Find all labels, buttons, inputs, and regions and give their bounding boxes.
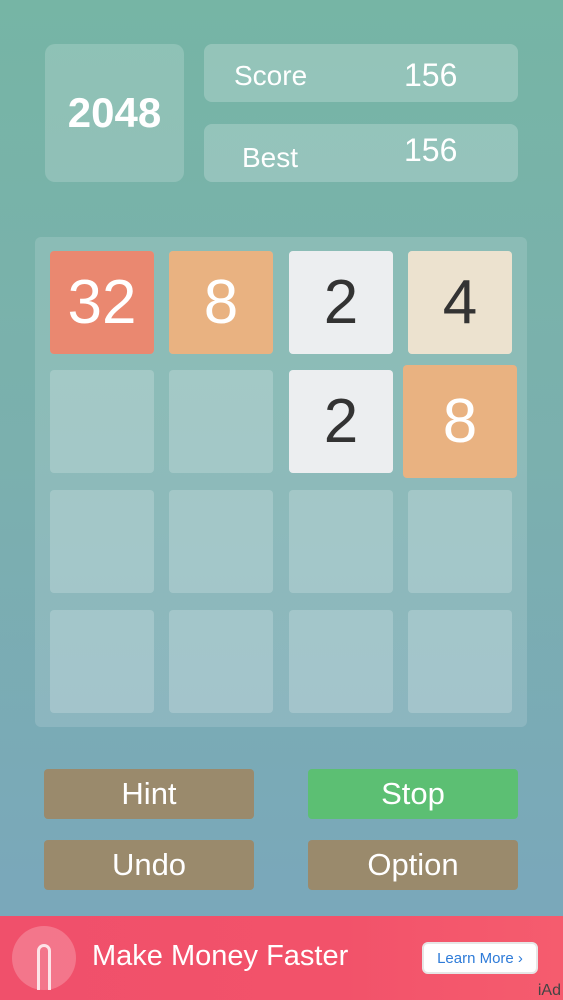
best-label: Best bbox=[242, 142, 299, 173]
score-box: Score 156 bbox=[204, 44, 518, 102]
board-cell bbox=[50, 490, 154, 593]
best-score-box: Best 156 bbox=[204, 124, 518, 182]
board-cell bbox=[50, 610, 154, 713]
best-value: 156 bbox=[404, 132, 458, 168]
board-cell bbox=[169, 610, 273, 713]
undo-button[interactable]: Undo bbox=[44, 840, 254, 890]
tile-32: 32 bbox=[50, 251, 154, 354]
score-value: 156 bbox=[404, 57, 458, 93]
board-cell bbox=[289, 490, 393, 593]
score-label: Score bbox=[234, 60, 308, 91]
option-button[interactable]: Option bbox=[308, 840, 518, 890]
board-cell bbox=[408, 610, 512, 713]
stop-button[interactable]: Stop bbox=[308, 769, 518, 819]
game-board[interactable]: 32 8 2 4 2 8 bbox=[35, 237, 527, 727]
ad-title: Make Money Faster bbox=[92, 940, 349, 972]
tile-2: 2 bbox=[289, 370, 393, 473]
learn-more-button[interactable]: Learn More › bbox=[422, 942, 538, 974]
game-logo: 2048 bbox=[45, 44, 184, 182]
board-cell bbox=[169, 490, 273, 593]
board-cell bbox=[50, 370, 154, 473]
tile-8: 8 bbox=[169, 251, 273, 354]
finger-tap-icon bbox=[12, 926, 76, 990]
board-cell bbox=[408, 490, 512, 593]
board-cell bbox=[289, 610, 393, 713]
tile-2: 2 bbox=[289, 251, 393, 354]
ad-banner[interactable]: Make Money Faster Learn More › iAd bbox=[0, 916, 563, 1000]
hint-button[interactable]: Hint bbox=[44, 769, 254, 819]
tile-8: 8 bbox=[403, 365, 517, 478]
iad-label: iAd bbox=[537, 982, 561, 999]
tile-4: 4 bbox=[408, 251, 512, 354]
board-cell bbox=[169, 370, 273, 473]
